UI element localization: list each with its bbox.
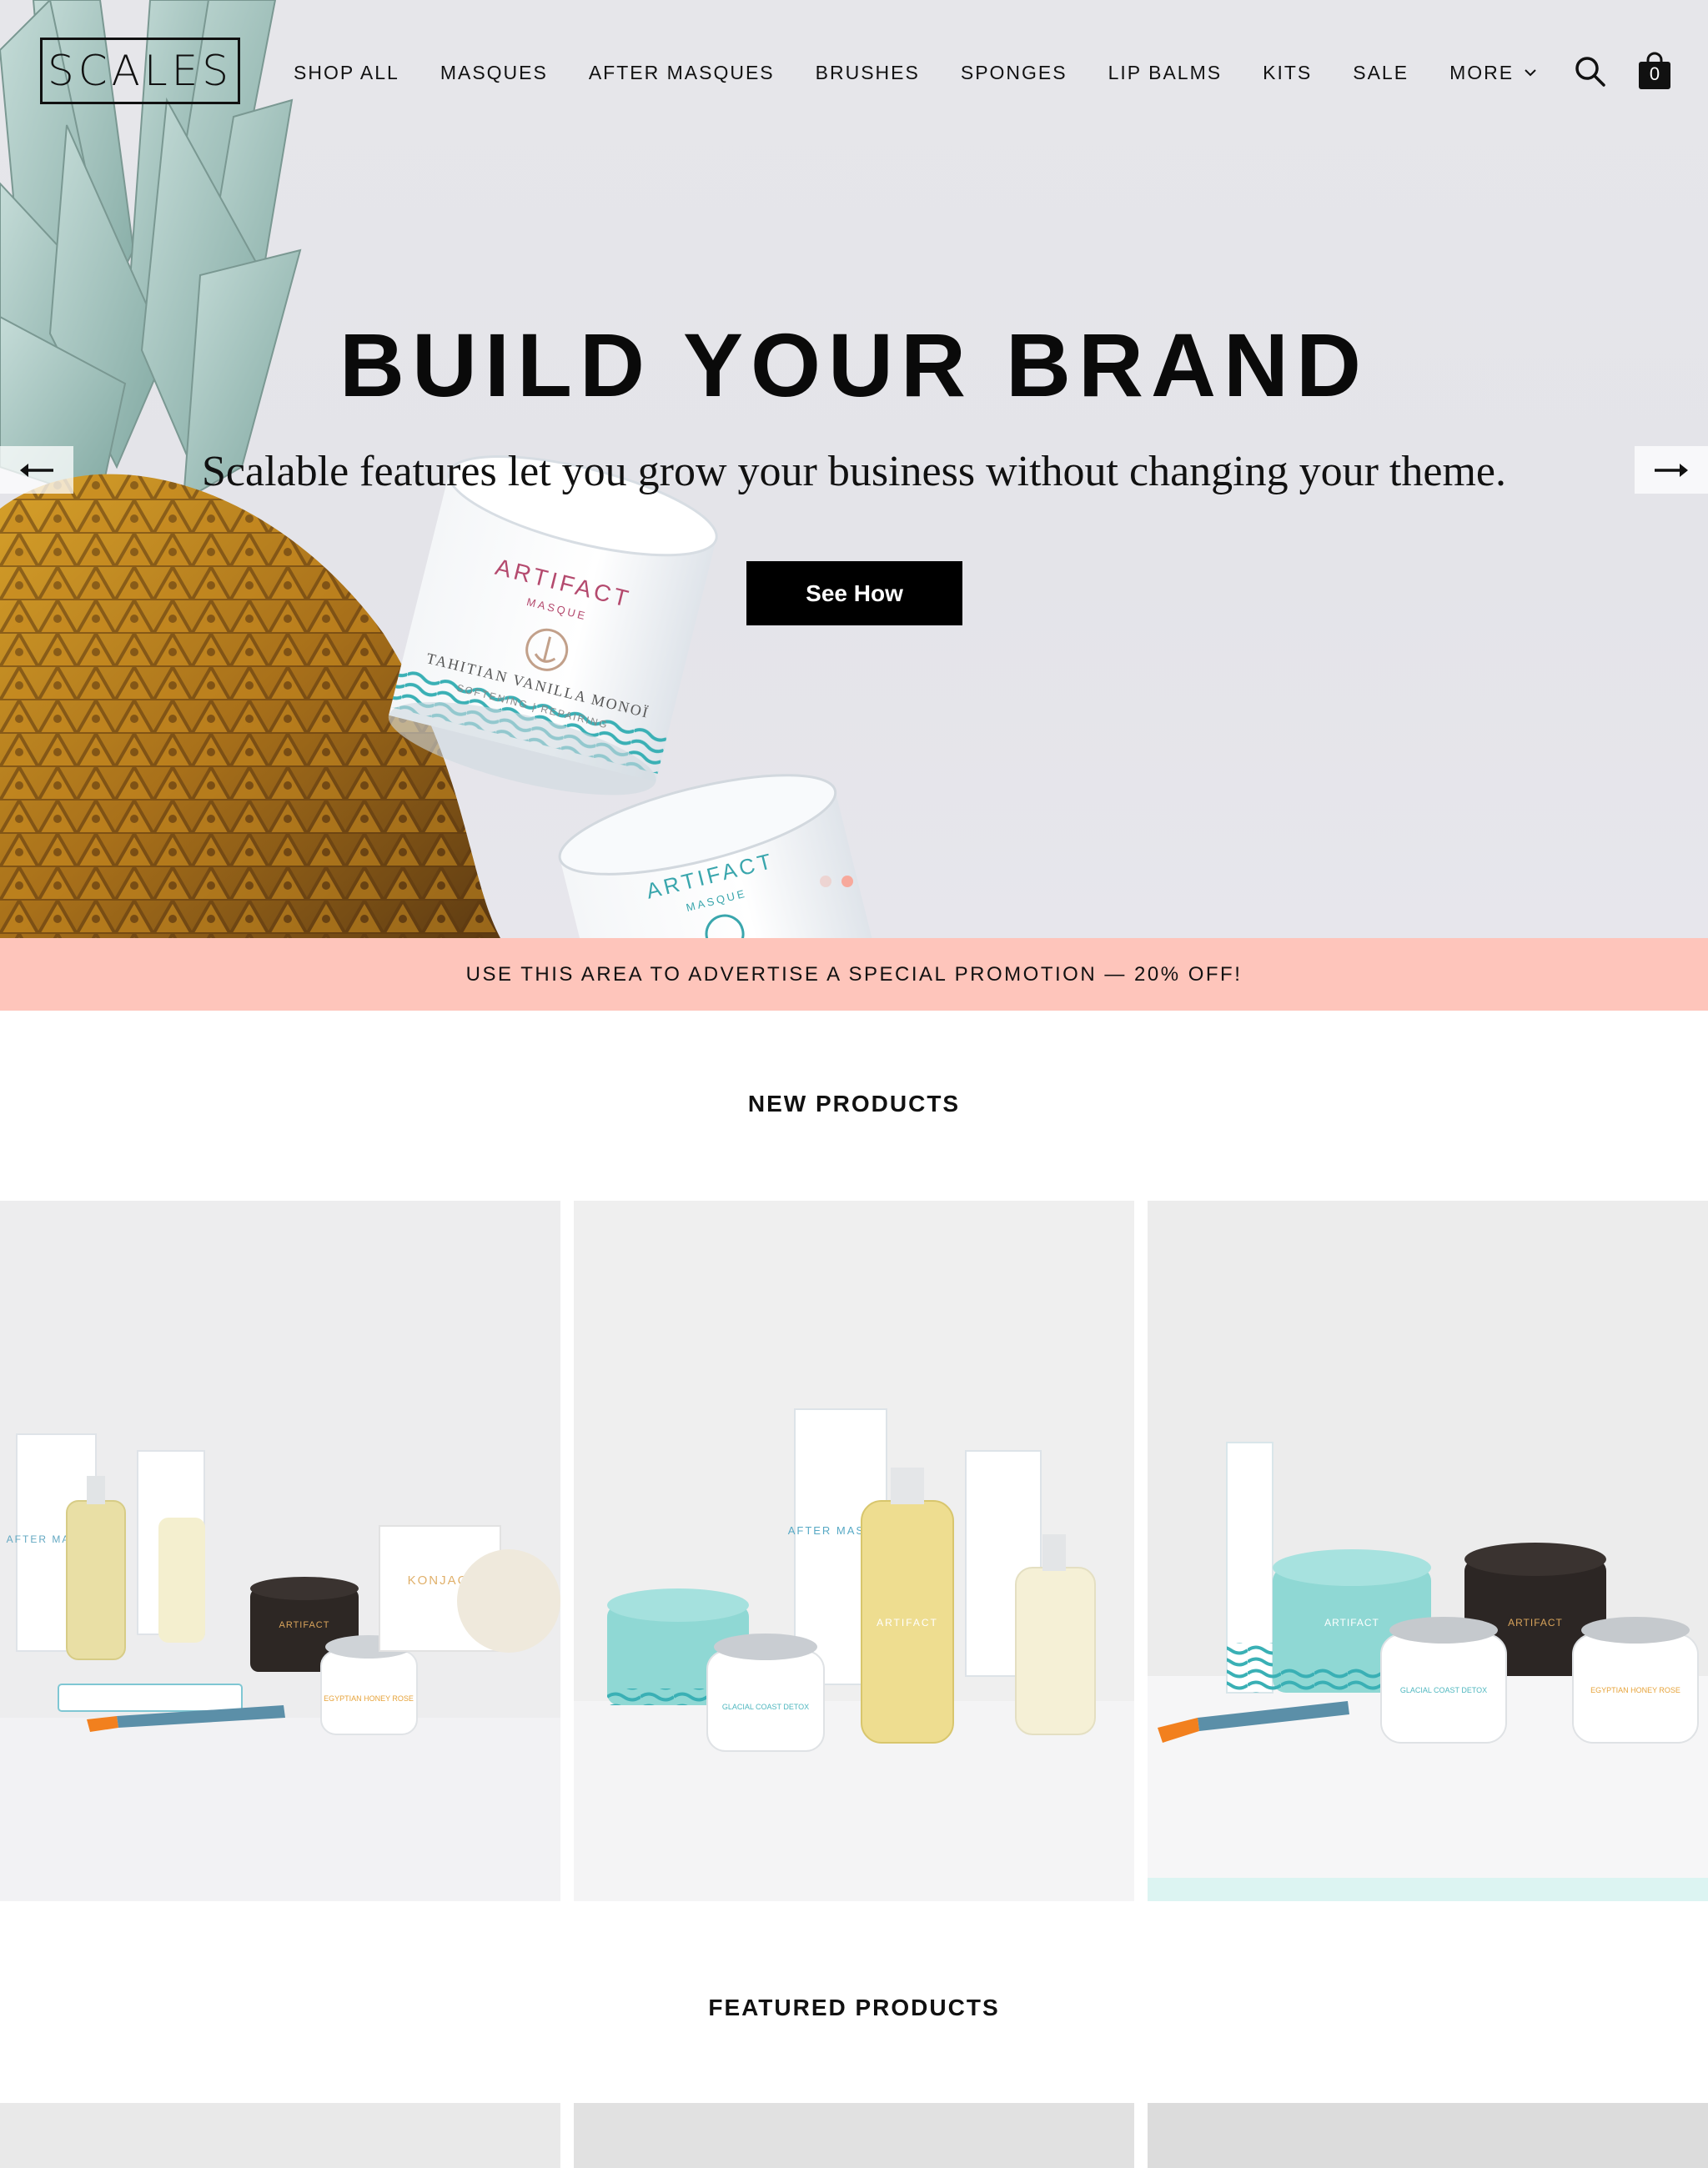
product-image: AFTER MASQUE GLACIAL COAST DETOX ARTIFAC…: [574, 1201, 1134, 1901]
new-products-title: NEW PRODUCTS: [747, 1091, 961, 1117]
promo-text: USE THIS AREA TO ADVERTISE A SPECIAL PRO…: [465, 962, 1243, 986]
nav-more[interactable]: MORE: [1449, 62, 1537, 84]
product-card[interactable]: AFTER MASQUE GLACIAL COAST DETOX ARTIFAC…: [574, 1201, 1134, 1901]
nav-sponges[interactable]: SPONGES: [961, 62, 1068, 84]
main-nav: SHOP ALL MASQUES AFTER MASQUES BRUSHES S…: [294, 60, 1578, 85]
svg-text:ARTIFACT: ARTIFACT: [1324, 1617, 1379, 1629]
store-logo[interactable]: SCALES: [40, 38, 240, 104]
nav-after-masques[interactable]: AFTER MASQUES: [589, 62, 775, 84]
slide-dot[interactable]: [820, 876, 831, 887]
product-card[interactable]: [574, 2103, 1134, 2168]
arrow-right-icon: [1655, 463, 1688, 477]
hero-title: BUILD YOUR BRAND: [339, 314, 1369, 415]
nav-more-label: MORE: [1449, 61, 1515, 83]
see-how-button[interactable]: See How: [746, 561, 962, 625]
promo-banner: USE THIS AREA TO ADVERTISE A SPECIAL PRO…: [0, 938, 1708, 1011]
nav-masques[interactable]: MASQUES: [440, 62, 548, 84]
arrow-left-icon: [20, 463, 53, 477]
product-card[interactable]: ARTIFACT ARTIFACT GLACIAL COAST DETOX EG…: [1148, 1201, 1708, 1901]
featured-products-title: FEATURED PRODUCTS: [708, 1995, 1000, 2020]
product-image: AFTER MASQUE ARTIFACT EGYPTIAN HONEY ROS…: [0, 1201, 560, 1901]
slide-dot[interactable]: [841, 876, 853, 887]
svg-text:GLACIAL COAST DETOX: GLACIAL COAST DETOX: [722, 1703, 809, 1711]
new-products-grid: AFTER MASQUE ARTIFACT EGYPTIAN HONEY ROS…: [0, 1201, 1708, 1901]
cart-count: 0: [1649, 63, 1660, 84]
cart-button[interactable]: 0: [1638, 52, 1671, 90]
svg-text:GLACIAL COAST DETOX: GLACIAL COAST DETOX: [1400, 1686, 1487, 1694]
hero-slideshow: ARTIFACT MASQUE TAHITIAN VANILLA MONOÏ S…: [0, 0, 1708, 938]
nav-brushes[interactable]: BRUSHES: [816, 62, 920, 84]
chevron-down-icon: [1525, 69, 1536, 77]
product-image: ARTIFACT ARTIFACT GLACIAL COAST DETOX EG…: [1148, 1201, 1708, 1901]
product-card[interactable]: [1148, 2103, 1708, 2168]
svg-text:EGYPTIAN HONEY ROSE: EGYPTIAN HONEY ROSE: [324, 1694, 414, 1703]
featured-products-grid: [0, 2103, 1708, 2168]
slideshow-prev-button[interactable]: [0, 446, 73, 494]
hero-subtitle: Scalable features let you grow your busi…: [202, 448, 1506, 495]
slideshow-dots: [820, 876, 863, 887]
nav-lip-balms[interactable]: LIP BALMS: [1108, 62, 1222, 84]
nav-kits[interactable]: KITS: [1263, 62, 1312, 84]
product-card[interactable]: [0, 2103, 560, 2168]
svg-text:KONJAC: KONJAC: [408, 1573, 469, 1588]
site-header: SCALES SHOP ALL MASQUES AFTER MASQUES BR…: [0, 0, 1708, 146]
header-actions: 0: [1573, 52, 1671, 90]
svg-text:EGYPTIAN HONEY ROSE: EGYPTIAN HONEY ROSE: [1590, 1686, 1680, 1694]
nav-sale[interactable]: SALE: [1353, 62, 1409, 84]
svg-text:ARTIFACT: ARTIFACT: [1508, 1617, 1563, 1629]
search-icon[interactable]: [1573, 54, 1606, 88]
product-card[interactable]: AFTER MASQUE ARTIFACT EGYPTIAN HONEY ROS…: [0, 1201, 560, 1901]
nav-shop-all[interactable]: SHOP ALL: [294, 62, 399, 84]
slideshow-next-button[interactable]: [1635, 446, 1708, 494]
svg-text:ARTIFACT: ARTIFACT: [279, 1620, 330, 1630]
svg-text:ARTIFACT: ARTIFACT: [877, 1617, 938, 1629]
